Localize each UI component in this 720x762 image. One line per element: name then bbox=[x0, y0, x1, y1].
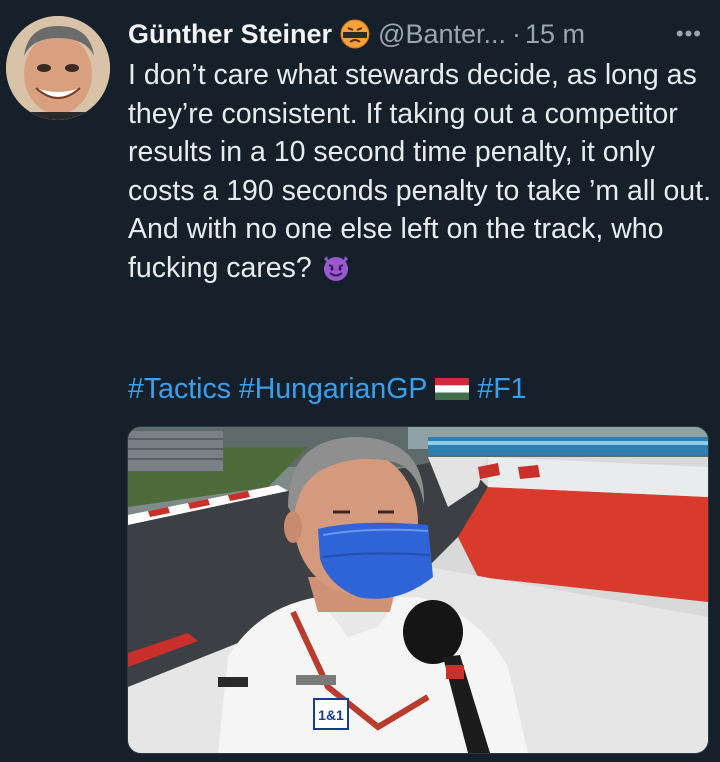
avatar-image bbox=[6, 16, 110, 120]
tweet-text-content: I don’t care what stewards decide, as lo… bbox=[128, 59, 711, 284]
media-photo[interactable]: 1&1 bbox=[127, 426, 709, 754]
tweet-text: I don’t care what stewards decide, as lo… bbox=[128, 56, 713, 287]
hashtag-hungariangp[interactable]: #HungarianGP bbox=[239, 370, 428, 408]
hungary-flag-icon bbox=[435, 372, 470, 400]
hashtag-row: #Tactics #HungarianGP #F1 bbox=[128, 370, 527, 408]
hashtag-f1[interactable]: #F1 bbox=[477, 370, 526, 408]
author-handle[interactable]: @Banter... bbox=[378, 19, 506, 50]
hashtag-tactics[interactable]: #Tactics bbox=[128, 370, 231, 408]
shirt-badge-text: 1&1 bbox=[318, 707, 344, 723]
avatar[interactable] bbox=[6, 16, 110, 120]
tweet-card[interactable]: Günther Steiner @Banter... · 15 m ••• I … bbox=[0, 0, 720, 762]
smiling-devil-emoji-icon bbox=[320, 251, 352, 283]
tweet-header: Günther Steiner @Banter... · 15 m ••• bbox=[128, 14, 708, 54]
timestamp[interactable]: 15 m bbox=[525, 19, 585, 50]
more-options-icon[interactable]: ••• bbox=[676, 21, 708, 47]
author-name[interactable]: Günther Steiner bbox=[128, 19, 332, 50]
separator-dot: · bbox=[512, 18, 522, 49]
angry-face-emoji-icon bbox=[340, 19, 370, 49]
